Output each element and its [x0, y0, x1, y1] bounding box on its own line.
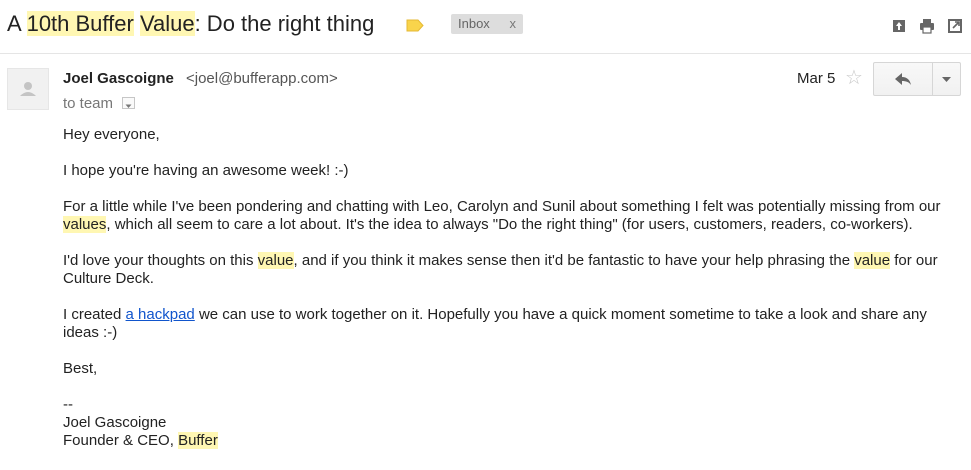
remove-label-button[interactable]: x	[510, 14, 517, 34]
highlight-text: value	[257, 252, 294, 269]
subject-row: A 10th Buffer Value: Do the right thing …	[0, 0, 971, 52]
subject-highlight: Value	[139, 11, 195, 36]
avatar[interactable]	[7, 68, 49, 110]
print-all-icon[interactable]	[891, 18, 907, 34]
sender-email: <joel@bufferapp.com>	[186, 70, 338, 87]
sender-name[interactable]: Joel Gascoigne	[63, 70, 174, 87]
highlight-text: Buffer	[178, 432, 218, 449]
star-icon[interactable]: ☆	[845, 68, 863, 88]
subject-highlight: 10th Buffer	[26, 11, 134, 36]
closing: Best,	[63, 360, 98, 377]
print-icon[interactable]	[919, 18, 935, 34]
chevron-down-icon	[942, 77, 951, 82]
body-text: , which all seem to care a lot about. It…	[106, 216, 913, 233]
recipient-details-dropdown[interactable]	[122, 97, 135, 109]
inbox-label-chip: Inbox x	[451, 14, 523, 34]
header-divider	[0, 53, 971, 54]
signature-text: Founder & CEO,	[63, 432, 179, 449]
body-text: For a little while I've been pondering a…	[63, 198, 941, 215]
signature-title: Founder & CEO, Buffer	[63, 432, 958, 450]
recipients: to team	[63, 95, 114, 112]
email-subject: A 10th Buffer Value: Do the right thing	[7, 10, 374, 38]
hackpad-link[interactable]: a hackpad	[126, 306, 195, 323]
reply-icon	[895, 73, 911, 85]
inbox-label[interactable]: Inbox	[458, 14, 490, 34]
reply-button-group	[873, 62, 961, 96]
greeting: Hey everyone,	[63, 126, 160, 143]
chevron-down-icon	[125, 104, 132, 108]
more-actions-button[interactable]	[933, 63, 960, 95]
message-body: Hey everyone, I hope you're having an aw…	[63, 126, 958, 450]
body-text: , and if you think it makes sense then i…	[293, 252, 855, 269]
signature-name: Joel Gascoigne	[63, 414, 167, 431]
highlight-text: values	[63, 216, 107, 233]
body-paragraph: I'd love your thoughts on this value, an…	[63, 252, 958, 288]
highlight-text: value	[854, 252, 891, 269]
body-paragraph: I hope you're having an awesome week! :-…	[63, 162, 349, 179]
body-text: I'd love your thoughts on this	[63, 252, 258, 269]
body-paragraph: For a little while I've been pondering a…	[63, 198, 958, 234]
label-tag-icon[interactable]	[406, 19, 424, 32]
default-avatar-icon	[20, 82, 36, 96]
subject-text: A	[7, 11, 27, 36]
new-window-icon[interactable]	[947, 18, 963, 34]
signature-separator: --	[63, 396, 73, 413]
reply-button[interactable]	[874, 63, 932, 95]
body-text: I created	[63, 306, 126, 323]
message-date: Mar 5	[797, 70, 836, 87]
subject-text: : Do the right thing	[194, 11, 375, 36]
body-paragraph: I created a hackpad we can use to work t…	[63, 306, 958, 342]
